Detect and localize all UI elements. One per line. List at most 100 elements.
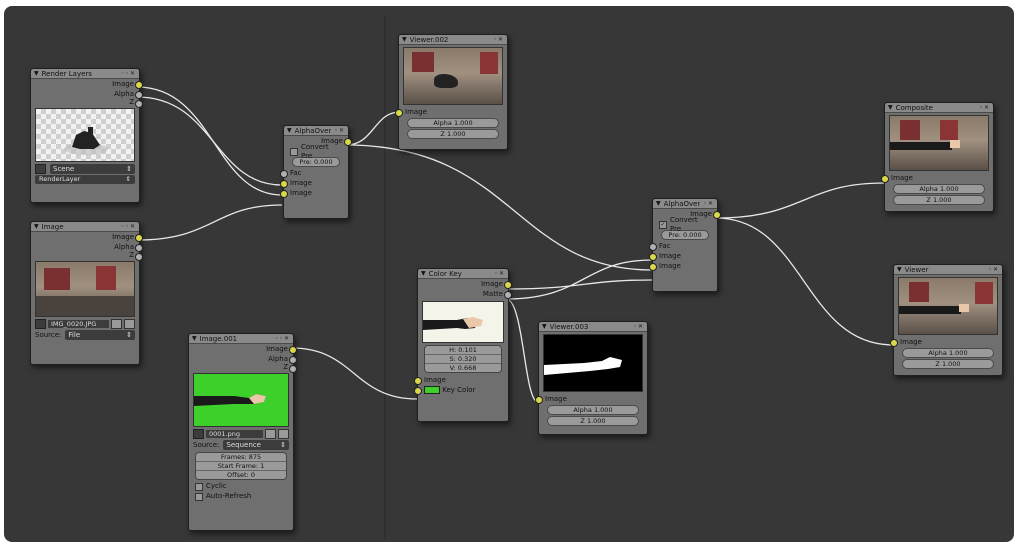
- collapse-triangle-icon[interactable]: ▼: [656, 200, 661, 207]
- node-header-icons[interactable]: ◦✕: [494, 270, 505, 277]
- offset-field[interactable]: Offset: 0: [196, 471, 286, 479]
- node-header[interactable]: ▼ Image.001 ◦◦✕: [189, 334, 293, 344]
- z-field[interactable]: Z 1.000: [902, 359, 994, 369]
- source-select[interactable]: Sequence ⇕: [223, 440, 289, 450]
- image-pack-button[interactable]: [265, 429, 276, 439]
- node-header-icons[interactable]: ◦✕: [988, 266, 999, 273]
- hue-field[interactable]: H: 0.101: [425, 346, 501, 355]
- collapse-triangle-icon[interactable]: ▼: [888, 104, 893, 111]
- scene-select[interactable]: Scene ⇕: [50, 164, 135, 174]
- checkmark-icon[interactable]: ✓: [659, 220, 667, 229]
- z-field[interactable]: Z 1.000: [547, 416, 639, 426]
- node-header[interactable]: ▼ Render Layers ◦◦✕: [31, 69, 139, 79]
- collapse-triangle-icon[interactable]: ▼: [287, 127, 292, 134]
- source-select[interactable]: File ⇕: [65, 330, 135, 340]
- alpha-over-node-2[interactable]: ▼ AlphaOver ◦✕ Image ✓ Convert Pre Pre: 0…: [649, 198, 721, 292]
- z-socket[interactable]: [135, 253, 143, 261]
- image-socket[interactable]: [289, 346, 297, 354]
- viewer-002-node[interactable]: ▼ Viewer.002 ◦✕ Image Alpha 1.000 Z 1.00…: [395, 34, 508, 150]
- image-unlink-button[interactable]: [278, 429, 289, 439]
- node-header-icons[interactable]: ◦◦✕: [121, 70, 136, 77]
- image-001-node[interactable]: ▼ Image.001 ◦◦✕ Image Alpha Z 0001.png S…: [188, 333, 297, 531]
- auto-refresh-checkbox[interactable]: Auto-Refresh: [195, 492, 287, 501]
- render-layer-select[interactable]: RenderLayer ⇕: [35, 175, 135, 184]
- node-header[interactable]: ▼ Color Key ◦✕: [418, 269, 508, 279]
- composite-node[interactable]: ▼ Composite ◦✕ Image Alpha 1.000 Z 1.000: [881, 102, 994, 212]
- node-header[interactable]: ▼ Viewer.003 ◦✕: [539, 322, 647, 332]
- image-socket[interactable]: [890, 339, 898, 347]
- collapse-triangle-icon[interactable]: ▼: [34, 70, 39, 77]
- node-header[interactable]: ▼ Image ◦◦✕: [31, 222, 139, 232]
- alpha-field[interactable]: Alpha 1.000: [407, 118, 499, 128]
- collapse-triangle-icon[interactable]: ▼: [192, 335, 197, 342]
- fac-socket[interactable]: [280, 170, 288, 178]
- z-socket[interactable]: [135, 100, 143, 108]
- scene-icon[interactable]: [35, 164, 46, 174]
- node-header[interactable]: ▼ Viewer.002 ◦✕: [399, 35, 507, 45]
- node-header[interactable]: ▼ Viewer ◦✕: [894, 265, 1002, 275]
- image-socket[interactable]: [649, 253, 657, 261]
- start-frame-field[interactable]: Start Frame: 1: [196, 462, 286, 471]
- matte-socket[interactable]: [504, 291, 512, 299]
- image-socket[interactable]: [280, 180, 288, 188]
- alpha-field[interactable]: Alpha 1.000: [893, 184, 985, 194]
- convert-pre-checkbox[interactable]: ✓ Convert Pre: [659, 216, 711, 233]
- collapse-triangle-icon[interactable]: ▼: [542, 323, 547, 330]
- alpha-socket[interactable]: [135, 91, 143, 99]
- image-socket[interactable]: [713, 211, 721, 219]
- alpha-field[interactable]: Alpha 1.000: [902, 348, 994, 358]
- checkbox-icon[interactable]: [290, 147, 298, 156]
- collapse-triangle-icon[interactable]: ▼: [402, 36, 407, 43]
- node-header-icons[interactable]: ◦◦✕: [275, 335, 290, 342]
- image-unlink-button[interactable]: [124, 319, 135, 329]
- alpha-socket[interactable]: [135, 244, 143, 252]
- collapse-triangle-icon[interactable]: ▼: [34, 223, 39, 230]
- image-socket[interactable]: [535, 396, 543, 404]
- saturation-field[interactable]: S: 0.320: [425, 355, 501, 364]
- checkbox-icon[interactable]: [195, 482, 203, 491]
- image-socket[interactable]: [649, 263, 657, 271]
- z-field[interactable]: Z 1.000: [893, 195, 985, 205]
- key-color-socket[interactable]: [414, 387, 422, 395]
- node-header[interactable]: ▼ AlphaOver ◦✕: [284, 126, 348, 136]
- frames-field[interactable]: Frames: 875: [196, 453, 286, 462]
- image-filename[interactable]: IMG_0020.JPG: [48, 320, 109, 328]
- checkbox-icon[interactable]: [195, 492, 203, 501]
- image-socket[interactable]: [135, 81, 143, 89]
- node-header-icons[interactable]: ◦◦✕: [121, 223, 136, 230]
- image-socket[interactable]: [504, 281, 512, 289]
- image-socket[interactable]: [280, 190, 288, 198]
- alpha-field[interactable]: Alpha 1.000: [547, 405, 639, 415]
- node-header-icons[interactable]: ◦✕: [703, 200, 714, 207]
- image-socket[interactable]: [135, 234, 143, 242]
- image-socket[interactable]: [414, 377, 422, 385]
- image-socket[interactable]: [344, 138, 352, 146]
- image-socket[interactable]: [881, 175, 889, 183]
- node-header[interactable]: ▼ AlphaOver ◦✕: [653, 199, 717, 209]
- node-header[interactable]: ▼ Composite ◦✕: [885, 103, 993, 113]
- image-browse-icon[interactable]: [35, 319, 46, 329]
- value-field[interactable]: V: 0.668: [425, 364, 501, 372]
- collapse-triangle-icon[interactable]: ▼: [897, 266, 902, 273]
- key-color-swatch[interactable]: [424, 386, 440, 394]
- node-header-icons[interactable]: ◦✕: [979, 104, 990, 111]
- node-header-icons[interactable]: ◦✕: [493, 36, 504, 43]
- node-editor[interactable]: ▼ Render Layers ◦◦✕ Image Alpha Z Scene ⇕…: [4, 6, 1014, 542]
- node-header-icons[interactable]: ◦✕: [334, 127, 345, 134]
- fac-socket[interactable]: [649, 243, 657, 251]
- collapse-triangle-icon[interactable]: ▼: [421, 270, 426, 277]
- viewer-node[interactable]: ▼ Viewer ◦✕ Image Alpha 1.000 Z 1.000: [890, 264, 1003, 376]
- convert-pre-checkbox[interactable]: Convert Pre: [290, 143, 342, 160]
- render-layers-node[interactable]: ▼ Render Layers ◦◦✕ Image Alpha Z Scene ⇕…: [30, 68, 143, 203]
- color-key-node[interactable]: ▼ Color Key ◦✕ Image Matte H: 0.101 S: 0…: [414, 268, 512, 422]
- node-header-icons[interactable]: ◦✕: [633, 323, 644, 330]
- image-pack-button[interactable]: [111, 319, 122, 329]
- z-field[interactable]: Z 1.000: [407, 129, 499, 139]
- alpha-socket[interactable]: [289, 356, 297, 364]
- cyclic-checkbox[interactable]: Cyclic: [195, 482, 287, 491]
- alpha-over-node-1[interactable]: ▼ AlphaOver ◦✕ Image Convert Pre Pre: 0.…: [280, 125, 352, 219]
- viewer-003-node[interactable]: ▼ Viewer.003 ◦✕ Image Alpha 1.000 Z 1.00…: [535, 321, 648, 435]
- image-browse-icon[interactable]: [193, 429, 204, 439]
- image-filename[interactable]: 0001.png: [206, 430, 263, 438]
- z-socket[interactable]: [289, 365, 297, 373]
